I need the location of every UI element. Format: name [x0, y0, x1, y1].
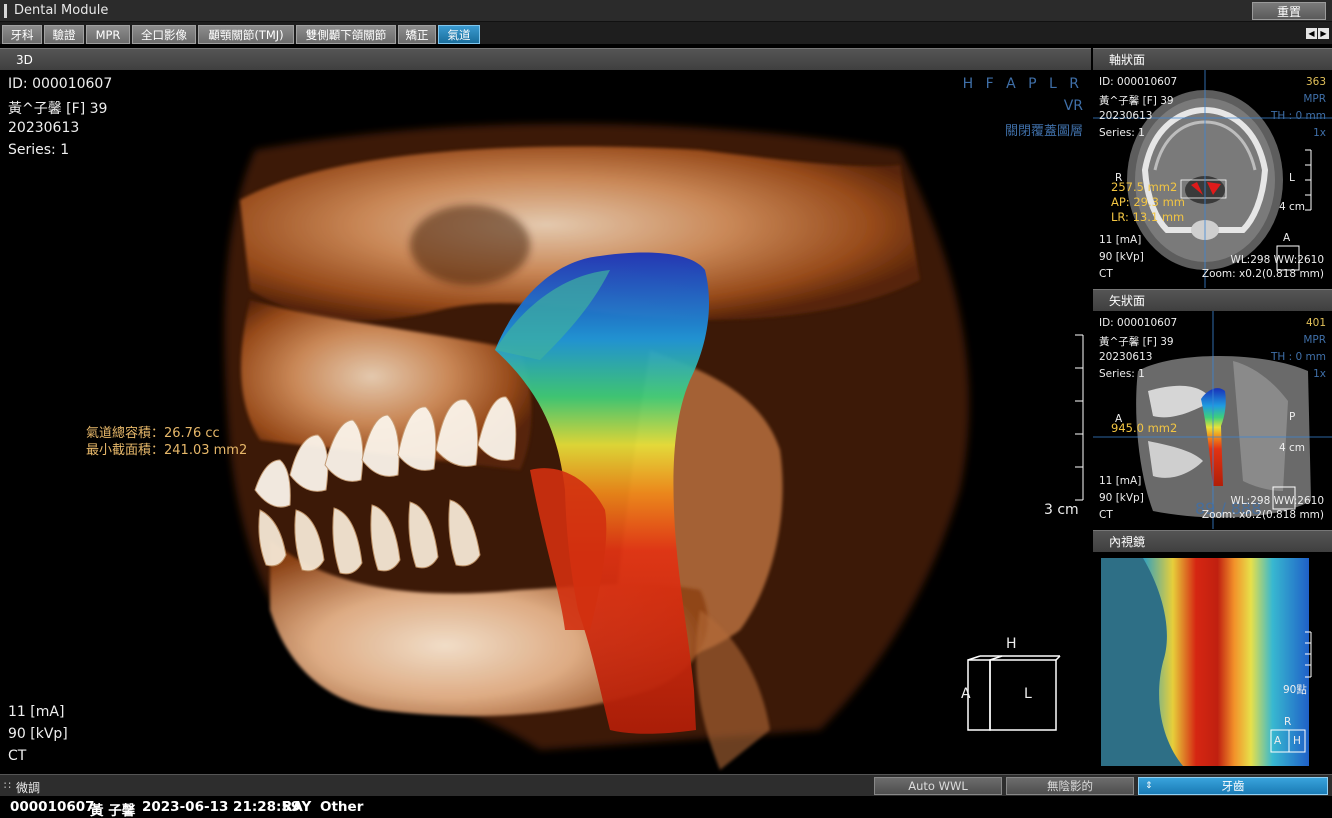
- tab-bar: 牙科 驗證 MPR 全口影像 顳顎關節(TMJ) 雙側顳下頜關節 矯正 氣道: [0, 22, 1332, 44]
- axial-marker-l: L: [1289, 172, 1295, 184]
- axial-title: 軸狀面: [1109, 53, 1146, 67]
- axial-thickness[interactable]: TH : 0 mm: [1271, 110, 1326, 122]
- tab-verify[interactable]: 驗證: [44, 25, 84, 44]
- endoscope-marker-r: R: [1284, 716, 1292, 728]
- fine-tune-bar: ∷ 微調 Auto WWL 無陰影的 ⇕ 牙齒: [0, 774, 1332, 796]
- cube-label-a: A: [961, 686, 971, 702]
- tab-tmj[interactable]: 顳顎關節(TMJ): [198, 25, 294, 44]
- tab-mpr[interactable]: MPR: [86, 25, 130, 44]
- 3d-viewport[interactable]: ID: 000010607 黃^子馨 [F] 39 20230613 Serie…: [0, 70, 1091, 772]
- patient-name: 黃^子馨 [F] 39: [8, 101, 108, 117]
- axial-series: Series: 1: [1099, 127, 1145, 139]
- preset-selected-value: 牙齒: [1221, 779, 1245, 793]
- sagittal-wl-ww: WL:298 WW:2610: [1230, 495, 1324, 507]
- cube-label-l: L: [1024, 686, 1032, 702]
- grip-icon[interactable]: ∷: [4, 779, 11, 792]
- tab-prev-icon[interactable]: ◀: [1306, 28, 1317, 39]
- tab-airway[interactable]: 氣道: [438, 25, 480, 44]
- title-accent: [4, 4, 7, 18]
- orientation-cube[interactable]: [967, 655, 1061, 731]
- status-patient-id: 000010607: [10, 799, 95, 815]
- sagittal-panel-header: 矢狀面: [1093, 289, 1332, 311]
- tab-dental[interactable]: 牙科: [2, 25, 42, 44]
- sagittal-patient-id: ID: 000010607: [1099, 317, 1178, 329]
- endoscope-marker-a: A: [1274, 735, 1282, 747]
- axial-slice-number: 363: [1305, 76, 1326, 88]
- exposure-kvp: 90 [kVp]: [8, 726, 68, 742]
- status-datetime: 2023-06-13 21:28:59: [142, 799, 301, 815]
- sagittal-modality: CT: [1099, 509, 1113, 521]
- endoscope-view[interactable]: 90點 R A H: [1093, 552, 1332, 772]
- dental-module-window: Dental Module 重置 牙科 驗證 MPR 全口影像 顳顎關節(TMJ…: [0, 0, 1332, 818]
- status-type: Other: [320, 799, 364, 815]
- axial-ma: 11 [mA]: [1099, 234, 1142, 246]
- sagittal-thickness[interactable]: TH : 0 mm: [1271, 351, 1326, 363]
- no-shadow-button[interactable]: 無陰影的: [1006, 777, 1134, 795]
- tab-bilateral-tmj[interactable]: 雙側顳下頜關節: [296, 25, 396, 44]
- study-date: 20230613: [8, 120, 80, 136]
- reset-button[interactable]: 重置: [1252, 2, 1326, 20]
- auto-wwl-button[interactable]: Auto WWL: [874, 777, 1002, 795]
- axial-zoom: Zoom: x0.2(0.818 mm): [1201, 268, 1324, 280]
- exposure-ma: 11 [mA]: [8, 704, 65, 720]
- endoscope-panel-header: 內視鏡: [1093, 530, 1332, 552]
- preset-select[interactable]: ⇕ 牙齒: [1138, 777, 1328, 795]
- axial-patient-name: 黃^子馨 [F] 39: [1099, 95, 1174, 107]
- sagittal-date: 20230613: [1099, 351, 1153, 363]
- overlay-toggle[interactable]: 關閉覆蓋圖層: [1005, 120, 1083, 139]
- axial-panel-header: 軸狀面: [1093, 48, 1332, 70]
- min-cross-section: 最小截面積：241.03 mm2: [86, 443, 248, 458]
- sagittal-slice-number: 401: [1305, 317, 1326, 329]
- modality: CT: [8, 748, 27, 764]
- sagittal-marker-p: P: [1289, 411, 1296, 423]
- tab-panoramic[interactable]: 全口影像: [132, 25, 196, 44]
- axial-lr: LR: 13.1 mm: [1111, 210, 1185, 224]
- title-bar: Dental Module 重置: [0, 0, 1332, 22]
- orientation-labels[interactable]: H F A P L R: [963, 76, 1083, 92]
- axial-scale: 4 cm: [1279, 201, 1306, 213]
- status-user: RAY: [282, 799, 312, 815]
- axial-marker-a: A: [1283, 232, 1291, 244]
- axial-area: 257.5 mm2: [1111, 180, 1178, 194]
- axial-date: 20230613: [1099, 110, 1153, 122]
- endoscope-steps: 90點: [1283, 684, 1307, 696]
- sagittal-ma: 11 [mA]: [1099, 475, 1142, 487]
- axial-patient-id: ID: 000010607: [1099, 76, 1178, 88]
- endoscope-marker-h: H: [1293, 735, 1301, 747]
- axial-ap: AP: 29.3 mm: [1111, 195, 1185, 209]
- axial-mode[interactable]: MPR: [1303, 93, 1326, 105]
- patient-id: ID: 000010607: [8, 76, 113, 92]
- sagittal-kvp: 90 [kVp]: [1099, 492, 1144, 504]
- axial-modality: CT: [1099, 268, 1113, 280]
- tab-next-icon[interactable]: ▶: [1318, 28, 1329, 39]
- sagittal-zoom: Zoom: x0.2(0.818 mm): [1201, 509, 1324, 521]
- axial-zoom-factor[interactable]: 1x: [1313, 127, 1326, 139]
- cube-label-h: H: [1006, 636, 1017, 652]
- axial-kvp: 90 [kVp]: [1099, 251, 1144, 263]
- sagittal-scale: 4 cm: [1279, 442, 1306, 454]
- sagittal-zoom-factor[interactable]: 1x: [1313, 368, 1326, 380]
- status-bar: 000010607 黃 子馨 2023-06-13 21:28:59 RAY O…: [0, 796, 1332, 818]
- sagittal-series: Series: 1: [1099, 368, 1145, 380]
- 3d-panel-title: 3D: [16, 52, 33, 67]
- endoscope-title: 內視鏡: [1109, 535, 1146, 549]
- tab-ortho[interactable]: 矯正: [398, 25, 436, 44]
- fine-tune-label: 微調: [16, 781, 41, 795]
- render-mode[interactable]: VR: [1064, 98, 1083, 114]
- sagittal-area: 945.0 mm2: [1111, 421, 1178, 435]
- scale-label: 3 cm: [1044, 502, 1079, 518]
- sagittal-mode[interactable]: MPR: [1303, 334, 1326, 346]
- sagittal-title: 矢狀面: [1109, 294, 1146, 308]
- sagittal-patient-name: 黃^子馨 [F] 39: [1099, 336, 1174, 348]
- 3d-panel-header: 3D: [0, 48, 1091, 70]
- axial-view[interactable]: ID: 000010607 黃^子馨 [F] 39 20230613 Serie…: [1093, 70, 1332, 288]
- select-arrows-icon: ⇕: [1145, 781, 1153, 791]
- scale-bar: [1075, 334, 1084, 501]
- app-title: Dental Module: [14, 3, 109, 18]
- series-number: Series: 1: [8, 142, 70, 158]
- sagittal-view[interactable]: ID: 000010607 黃^子馨 [F] 39 20230613 Serie…: [1093, 311, 1332, 529]
- axial-wl-ww: WL:298 WW:2610: [1230, 254, 1324, 266]
- volume-render: [224, 123, 1084, 770]
- status-patient-name: 黃 子馨: [90, 803, 136, 818]
